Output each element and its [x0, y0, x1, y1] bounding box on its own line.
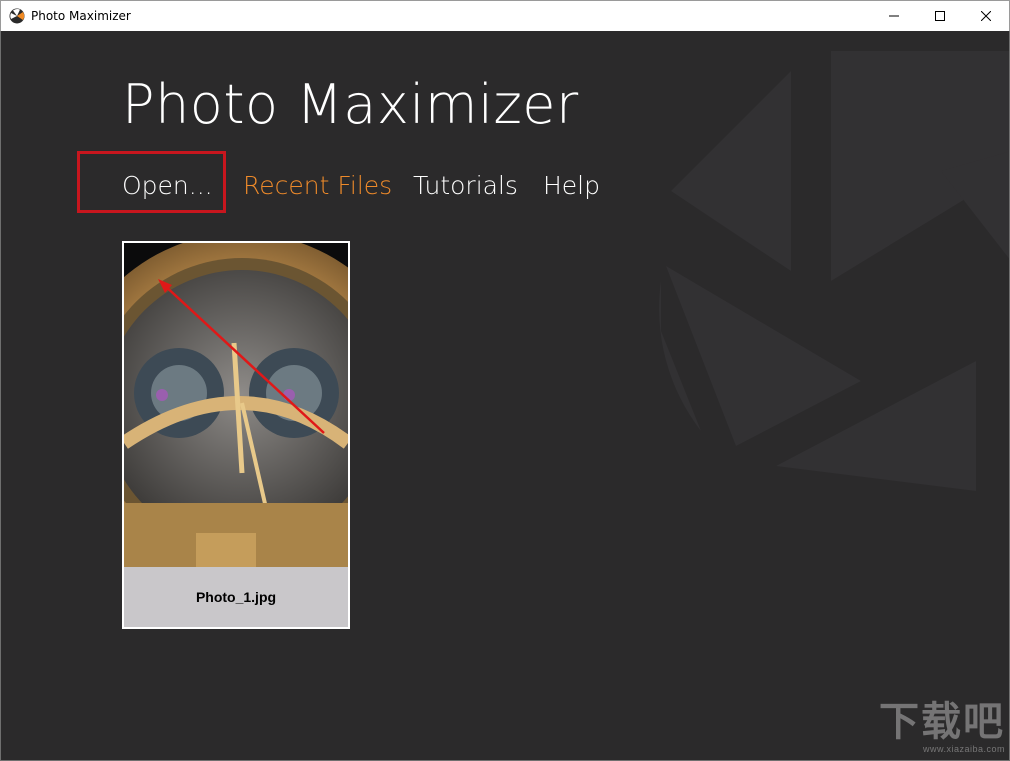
nav-recent-files[interactable]: Recent Files [243, 171, 392, 200]
page-title: Photo Maximizer [122, 73, 579, 136]
nav-help[interactable]: Help [543, 171, 600, 200]
main-area: Photo Maximizer Open... Recent Files Tut… [0, 31, 1010, 761]
maximize-button[interactable] [917, 1, 963, 31]
watermark-url: www.xiazaiba.com [922, 744, 1005, 754]
minimize-icon [889, 15, 899, 17]
recent-file-thumbnail [124, 243, 348, 567]
maximize-icon [935, 11, 945, 21]
nav-tutorials[interactable]: Tutorials [413, 171, 518, 200]
app-logo-icon [9, 8, 25, 24]
recent-file-name: Photo_1.jpg [124, 567, 348, 627]
watermark: 下载吧 www.xiazaiba.com [879, 702, 1005, 754]
nav-open[interactable]: Open... [122, 171, 213, 200]
aperture-background-icon [659, 51, 1009, 491]
window-title: Photo Maximizer [31, 9, 131, 23]
close-icon [981, 11, 991, 21]
close-button[interactable] [963, 1, 1009, 31]
watermark-logo-text: 下载吧 [879, 699, 1005, 745]
minimize-button[interactable] [871, 1, 917, 31]
title-bar[interactable]: Photo Maximizer [0, 0, 1010, 31]
recent-file-card[interactable]: Photo_1.jpg [122, 241, 350, 629]
watch-photo-image [124, 243, 348, 567]
